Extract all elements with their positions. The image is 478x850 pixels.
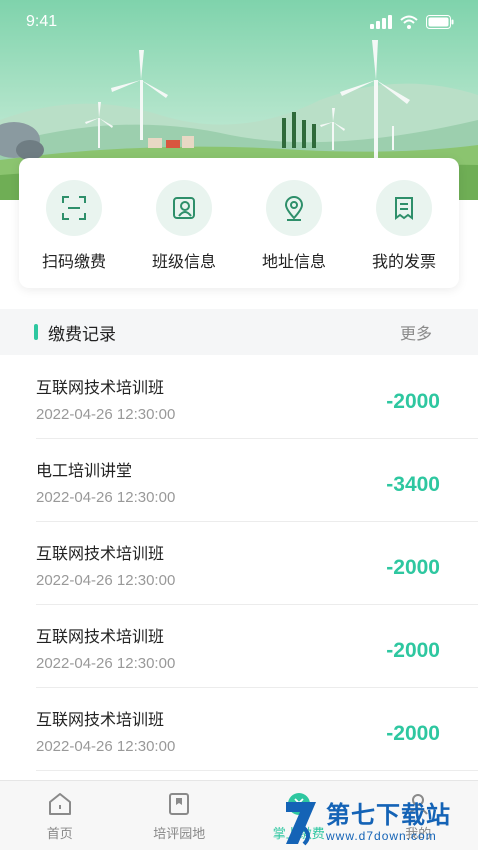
list-item[interactable]: 互联网技术培训班 2022-04-26 12:30:00 -2000: [36, 356, 478, 439]
list-item[interactable]: 互联网技术培训班 2022-04-26 12:30:00 -2000: [36, 522, 478, 605]
record-amount: -2000: [386, 390, 440, 413]
record-time: 2022-04-26 12:30:00: [36, 406, 176, 423]
list-item[interactable]: 互联网技术培训班 2022-04-26 12:30:00 -2000: [36, 688, 478, 771]
signal-icon: [370, 15, 392, 29]
class-info-label: 班级信息: [151, 254, 216, 271]
record-title: 互联网技术培训班: [36, 546, 165, 563]
battery-icon: [426, 15, 454, 29]
scan-pay-button[interactable]: 扫码缴费: [24, 180, 124, 288]
site-watermark: 第七下载站 www.d7down.com: [282, 796, 478, 850]
home-icon: [48, 793, 71, 815]
payment-records-header: 缴费记录 更多: [0, 309, 478, 355]
record-amount: -2000: [386, 722, 440, 745]
status-indicators: [370, 15, 454, 29]
status-time: 9:41: [26, 13, 58, 30]
record-amount: -2000: [386, 556, 440, 579]
address-info-label: 地址信息: [261, 254, 326, 271]
record-time: 2022-04-26 12:30:00: [36, 572, 176, 589]
bookmark-icon: [169, 793, 190, 815]
record-title: 互联网技术培训班: [36, 380, 165, 397]
list-item[interactable]: 电工培训讲堂 2022-04-26 12:30:00 -3400: [36, 439, 478, 522]
section-accent-bar: [34, 324, 38, 340]
my-invoice-label: 我的发票: [371, 254, 436, 271]
tab-training-garden-label: 培评园地: [153, 826, 206, 841]
record-time: 2022-04-26 12:30:00: [36, 655, 176, 672]
record-title: 互联网技术培训班: [36, 712, 165, 729]
location-pin-icon: [284, 196, 304, 221]
list-item[interactable]: 互联网技术培训班 2022-04-26 12:30:00 -2000: [36, 605, 478, 688]
record-title: 互联网技术培训班: [36, 629, 165, 646]
record-time: 2022-04-26 12:30:00: [36, 738, 176, 755]
watermark-logo-icon: [286, 802, 316, 846]
tab-home[interactable]: 首页: [0, 781, 120, 850]
invoice-icon: [395, 197, 413, 220]
status-bar: 9:41: [0, 0, 478, 44]
scan-icon: [62, 196, 86, 220]
class-info-button[interactable]: 班级信息: [134, 180, 234, 288]
payment-records-list: 互联网技术培训班 2022-04-26 12:30:00 -2000 电工培训讲…: [0, 356, 478, 771]
address-info-button[interactable]: 地址信息: [244, 180, 344, 288]
my-invoice-button[interactable]: 我的发票: [354, 180, 454, 288]
tab-home-label: 首页: [46, 826, 73, 841]
scan-pay-label: 扫码缴费: [41, 254, 106, 271]
more-link[interactable]: 更多: [400, 320, 432, 344]
section-title: 缴费记录: [48, 324, 116, 344]
record-amount: -3400: [386, 473, 440, 496]
record-time: 2022-04-26 12:30:00: [36, 489, 176, 506]
class-card-icon: [173, 197, 195, 219]
quick-actions-card: 扫码缴费 班级信息 地址信息 我的发票: [19, 158, 459, 288]
tab-training-garden[interactable]: 培评园地: [120, 781, 240, 850]
wifi-icon: [400, 15, 418, 29]
record-title: 电工培训讲堂: [36, 463, 133, 480]
watermark-url: www.d7down.com: [326, 829, 437, 843]
record-amount: -2000: [386, 639, 440, 662]
watermark-text: 第七下载站: [326, 802, 451, 829]
